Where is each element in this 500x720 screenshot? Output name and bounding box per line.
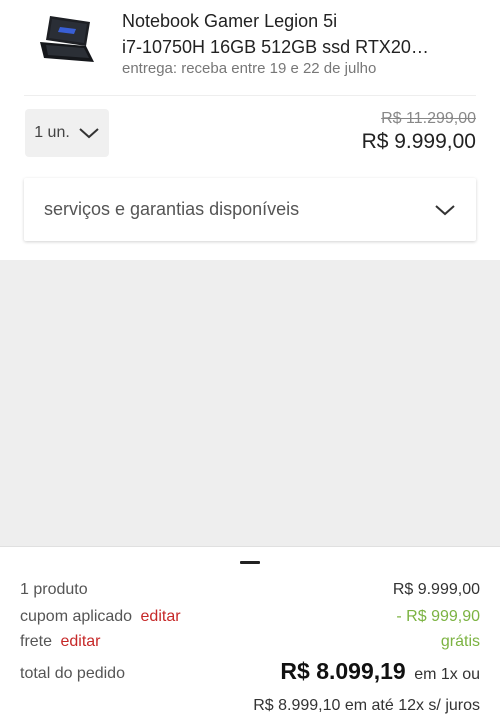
current-price: R$ 9.999,00 <box>361 130 476 153</box>
total-suffix: em 1x ou <box>414 666 480 683</box>
delivery-estimate: entrega: receba entre 19 e 22 de julho <box>122 60 377 77</box>
empty-area <box>0 260 500 546</box>
old-price: R$ 11.299,00 <box>381 110 476 127</box>
services-dropdown[interactable]: serviços e garantias disponíveis <box>24 178 476 241</box>
order-summary: 1 produto R$ 9.999,00 cupom aplicado edi… <box>0 546 500 720</box>
total-value: R$ 8.099,19 <box>280 658 406 684</box>
coupon-label: cupom aplicado <box>20 608 133 625</box>
products-label: 1 produto <box>20 581 88 598</box>
product-title-line1: Notebook Gamer Legion 5i <box>122 11 338 31</box>
laptop-icon <box>40 16 94 62</box>
summary-coupon-row: cupom aplicado editar - R$ 999,90 <box>20 608 480 626</box>
coupon-value: - R$ 999,90 <box>396 608 480 625</box>
product-card: Notebook Gamer Legion 5i i7-10750H 16GB … <box>0 0 500 96</box>
products-value: R$ 9.999,00 <box>392 581 480 598</box>
summary-products-row: 1 produto R$ 9.999,00 <box>20 581 480 599</box>
shipping-value: grátis <box>440 633 480 650</box>
services-label: serviços e garantias disponíveis <box>44 199 300 219</box>
shipping-edit-link[interactable]: editar <box>60 633 100 650</box>
drag-handle[interactable] <box>240 561 260 564</box>
total-label: total do pedido <box>20 665 125 682</box>
summary-shipping-row: frete editar grátis <box>20 633 480 651</box>
coupon-edit-link[interactable]: editar <box>141 608 181 625</box>
product-title[interactable]: Notebook Gamer Legion 5i i7-10750H 16GB … <box>122 8 462 60</box>
installments-text: R$ 8.999,10 em até 12x s/ juros <box>253 697 480 714</box>
chevron-down-icon <box>79 128 99 139</box>
quantity-label: 1 un. <box>34 124 70 141</box>
product-title-line2: i7-10750H 16GB 512GB ssd RTX20… <box>122 37 429 57</box>
quantity-select[interactable]: 1 un. <box>25 109 109 157</box>
chevron-down-icon <box>435 204 455 215</box>
divider <box>24 95 476 96</box>
shipping-label: frete <box>20 633 53 650</box>
total-block: R$ 8.099,19 em 1x ou <box>280 658 480 685</box>
